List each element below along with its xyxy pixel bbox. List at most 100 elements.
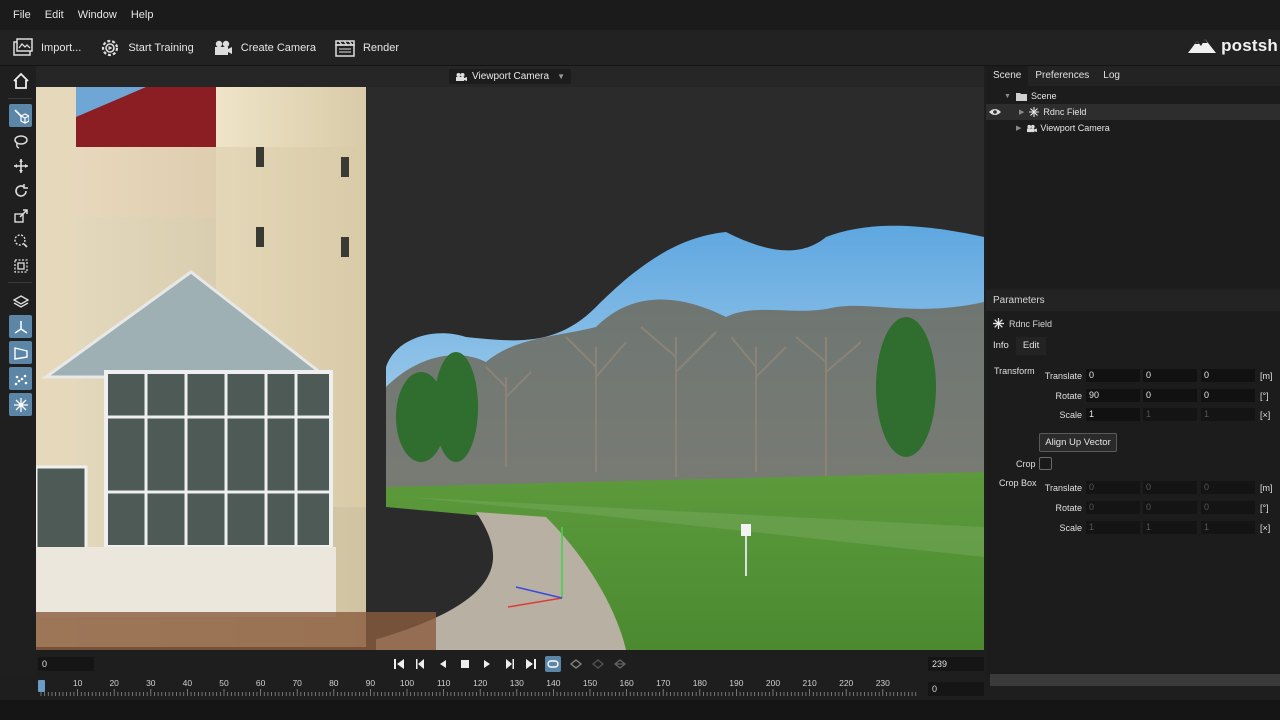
translate-x-field[interactable]: 0 xyxy=(1086,369,1140,382)
current-frame-field[interactable]: 0 xyxy=(928,682,984,696)
timeline-tick-label: 150 xyxy=(582,678,598,688)
rotate-z-field[interactable]: 0 xyxy=(1201,389,1255,402)
cropbox-scale-x-field: 1 xyxy=(1086,521,1140,534)
axes-tool[interactable] xyxy=(9,315,32,338)
cropbox-rotate-z-field: 0 xyxy=(1201,501,1255,514)
point-cloud-tool[interactable] xyxy=(9,367,32,390)
import-button[interactable]: Import... xyxy=(12,37,82,58)
timeline-tick-label: 220 xyxy=(839,678,854,688)
skip-start-button[interactable] xyxy=(391,656,407,672)
chevron-right-icon: ▶ xyxy=(1019,109,1025,116)
play-icon xyxy=(484,660,490,668)
camera-frustum-tool[interactable] xyxy=(9,341,32,364)
skip-end-button[interactable] xyxy=(523,656,539,672)
3d-viewport[interactable] xyxy=(36,87,984,650)
keyframe-remove-button[interactable] xyxy=(612,656,628,672)
tree-item-scene[interactable]: ▼ Scene xyxy=(1004,88,1056,104)
import-label: Import... xyxy=(41,41,82,54)
tab-log[interactable]: Log xyxy=(1096,66,1127,86)
camera-icon xyxy=(456,72,467,81)
tab-edit[interactable]: Edit xyxy=(1015,337,1047,355)
playhead[interactable] xyxy=(38,680,45,692)
align-up-vector-button[interactable]: Align Up Vector xyxy=(1039,433,1117,452)
translate-z-field[interactable]: 0 xyxy=(1201,369,1255,382)
tool-strip xyxy=(0,66,36,676)
main-toolbar: Import... Start Training Create Camera R… xyxy=(0,30,1280,66)
tab-scene[interactable]: Scene xyxy=(986,66,1029,86)
keyframe-icon xyxy=(570,659,582,669)
timeline-tick-label: 190 xyxy=(729,678,744,688)
rotate-y-field[interactable]: 0 xyxy=(1143,389,1197,402)
prev-keyframe-button[interactable] xyxy=(413,656,429,672)
scale-tool[interactable] xyxy=(9,204,32,227)
start-frame-field[interactable]: 0 xyxy=(38,657,94,671)
crop-checkbox[interactable] xyxy=(1039,457,1052,470)
layers-icon xyxy=(12,294,29,308)
timeline-tick-label: 80 xyxy=(329,678,339,688)
layers-tool[interactable] xyxy=(9,289,32,312)
params-tabs: Info Edit xyxy=(986,337,1047,355)
sphere-select-tool[interactable] xyxy=(9,229,32,252)
tree-item-rdnc-field[interactable]: ▶ Rdnc Field xyxy=(986,104,1280,120)
play-button[interactable] xyxy=(479,656,495,672)
start-training-button[interactable]: Start Training xyxy=(99,37,194,59)
tree-label-rdnc-field: Rdnc Field xyxy=(1043,107,1087,117)
keyframe-button[interactable] xyxy=(568,656,584,672)
create-camera-label: Create Camera xyxy=(240,41,316,54)
gear-icon xyxy=(102,39,119,56)
cropbox-scale-z-field: 1 xyxy=(1201,521,1255,534)
select-tool[interactable] xyxy=(9,104,32,127)
chevron-down-icon: ▼ xyxy=(557,72,565,81)
sparkle-icon xyxy=(1029,107,1040,117)
end-frame-field[interactable]: 239 xyxy=(928,657,984,671)
next-keyframe-button[interactable] xyxy=(501,656,517,672)
timeline-tick-label: 140 xyxy=(546,678,561,688)
menu-file[interactable]: File xyxy=(6,9,38,21)
tree-item-viewport-camera[interactable]: ▶ Viewport Camera xyxy=(1016,120,1110,136)
mountain-logo-icon xyxy=(1188,39,1217,53)
parameters-title: Parameters xyxy=(993,295,1045,306)
box-select-tool[interactable] xyxy=(9,254,32,277)
move-tool[interactable] xyxy=(9,154,32,177)
move-icon xyxy=(13,158,28,173)
tab-info[interactable]: Info xyxy=(986,337,1016,355)
create-camera-button[interactable]: Create Camera xyxy=(212,38,316,58)
rotate-tool[interactable] xyxy=(9,179,32,202)
viewport-camera-dropdown[interactable]: Viewport Camera ▼ xyxy=(449,69,571,84)
skip-start-icon xyxy=(394,659,404,669)
cropbox-rotate-unit: [°] xyxy=(1260,503,1269,513)
rotate-x-field[interactable]: 90 xyxy=(1086,389,1140,402)
eye-icon[interactable] xyxy=(989,108,1001,116)
keyframe-add-button[interactable] xyxy=(590,656,606,672)
import-icon xyxy=(13,37,33,56)
timeline-tick-label: 160 xyxy=(619,678,634,688)
render-button[interactable]: Render xyxy=(334,38,399,58)
timeline-tick-label: 110 xyxy=(436,678,451,688)
radiance-field-tool[interactable] xyxy=(9,393,32,416)
prev-frame-icon xyxy=(416,659,424,669)
timeline-ruler[interactable]: 10 20 30 40 50 60 70 80 90 100 110 120 130 140 150 160 1… xyxy=(36,676,920,698)
scale-label: Scale xyxy=(1059,410,1082,420)
chevron-right-icon: ▶ xyxy=(1016,125,1022,132)
timeline-tick-label: 130 xyxy=(509,678,524,688)
skip-end-icon xyxy=(526,659,536,669)
tab-preferences[interactable]: Preferences xyxy=(1028,66,1096,86)
timeline-tick-label: 210 xyxy=(802,678,817,688)
scale-x-field[interactable]: 1 xyxy=(1086,408,1140,421)
scale-icon xyxy=(13,208,28,223)
loop-button[interactable] xyxy=(545,656,561,672)
scene-panel: Scene Preferences Log ▼ Scene ▶ Rdnc Fie… xyxy=(986,66,1280,288)
translate-y-field[interactable]: 0 xyxy=(1143,369,1197,382)
menu-edit[interactable]: Edit xyxy=(38,9,71,21)
menu-window[interactable]: Window xyxy=(71,9,124,21)
next-frame-icon xyxy=(506,659,514,669)
panel-scrollbar[interactable] xyxy=(990,674,1280,686)
translate-unit: [m] xyxy=(1260,371,1273,381)
rotate-label: Rotate xyxy=(1055,391,1082,401)
home-tool[interactable] xyxy=(9,69,32,92)
lasso-tool[interactable] xyxy=(9,129,32,152)
stop-button[interactable] xyxy=(457,656,473,672)
camera-add-icon xyxy=(214,40,232,55)
menu-help[interactable]: Help xyxy=(124,9,161,21)
play-reverse-button[interactable] xyxy=(435,656,451,672)
